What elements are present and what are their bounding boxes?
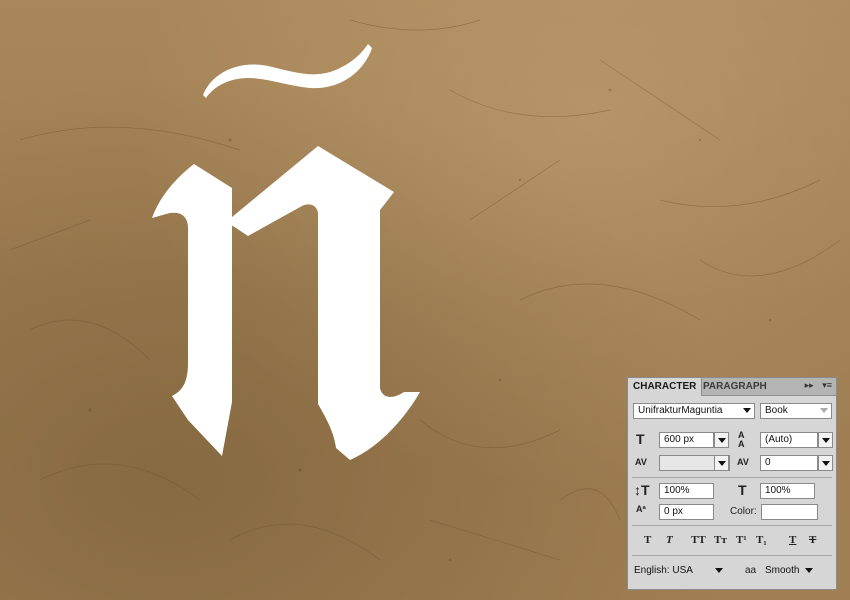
font-size-dropdown[interactable] [714,432,729,448]
baseline-shift-icon: Aª [636,504,646,514]
divider [632,525,832,526]
vertical-scale-icon: ↕T [634,482,650,498]
language-select[interactable]: English: USA [634,563,723,579]
character-panel: CHARACTER PARAGRAPH ▸▸ ▾≡ UnifrakturMagu… [627,377,837,590]
chevron-down-icon [805,567,814,573]
tracking-icon: AV [737,457,749,467]
all-caps-button[interactable]: TT [691,534,706,546]
font-size-input[interactable]: 600 px [659,432,714,448]
divider [632,555,832,556]
tab-character[interactable]: CHARACTER [628,378,703,396]
kerning-dropdown[interactable] [714,455,729,471]
leading-input[interactable]: (Auto) [760,432,818,448]
kerning-icon: AV [635,457,647,467]
font-style-dropdown-icon[interactable] [817,403,832,419]
tracking-dropdown[interactable] [818,455,833,471]
collapse-icon[interactable]: ▸▸ [805,380,814,390]
panel-tab-bar: CHARACTER PARAGRAPH ▸▸ ▾≡ [628,378,836,396]
antialias-select[interactable]: Smooth [765,563,814,579]
tab-paragraph[interactable]: PARAGRAPH [698,378,772,395]
horizontal-scale-input[interactable]: 100% [760,483,815,499]
leading-dropdown[interactable] [818,432,833,448]
chevron-down-icon [714,567,723,573]
small-caps-button[interactable]: Tт [714,534,727,546]
panel-menu-controls[interactable]: ▸▸ ▾≡ [799,380,832,391]
font-family-select[interactable]: UnifrakturMaguntia [633,403,755,419]
font-family-dropdown-icon[interactable] [740,403,755,419]
color-label: Color: [730,506,757,517]
subscript-button[interactable]: T₁ [756,534,767,546]
baseline-shift-input[interactable]: 0 px [659,504,714,520]
leading-icon: AA [738,430,745,449]
strikethrough-button[interactable]: T [809,534,816,546]
panel-menu-icon[interactable]: ▾≡ [822,380,832,390]
superscript-button[interactable]: T¹ [736,534,747,546]
tracking-input[interactable]: 0 [760,455,818,471]
faux-bold-button[interactable]: T [644,534,651,546]
color-swatch[interactable] [761,504,818,520]
underline-button[interactable]: T [789,534,796,546]
font-size-icon: T [636,431,645,447]
faux-italic-button[interactable]: T [666,534,673,546]
divider [632,477,832,478]
horizontal-scale-icon: T [738,482,747,498]
antialias-icon: aa [745,565,757,576]
style-button-row: T T TT Tт T¹ T₁ T T [628,534,836,548]
vertical-scale-input[interactable]: 100% [659,483,714,499]
